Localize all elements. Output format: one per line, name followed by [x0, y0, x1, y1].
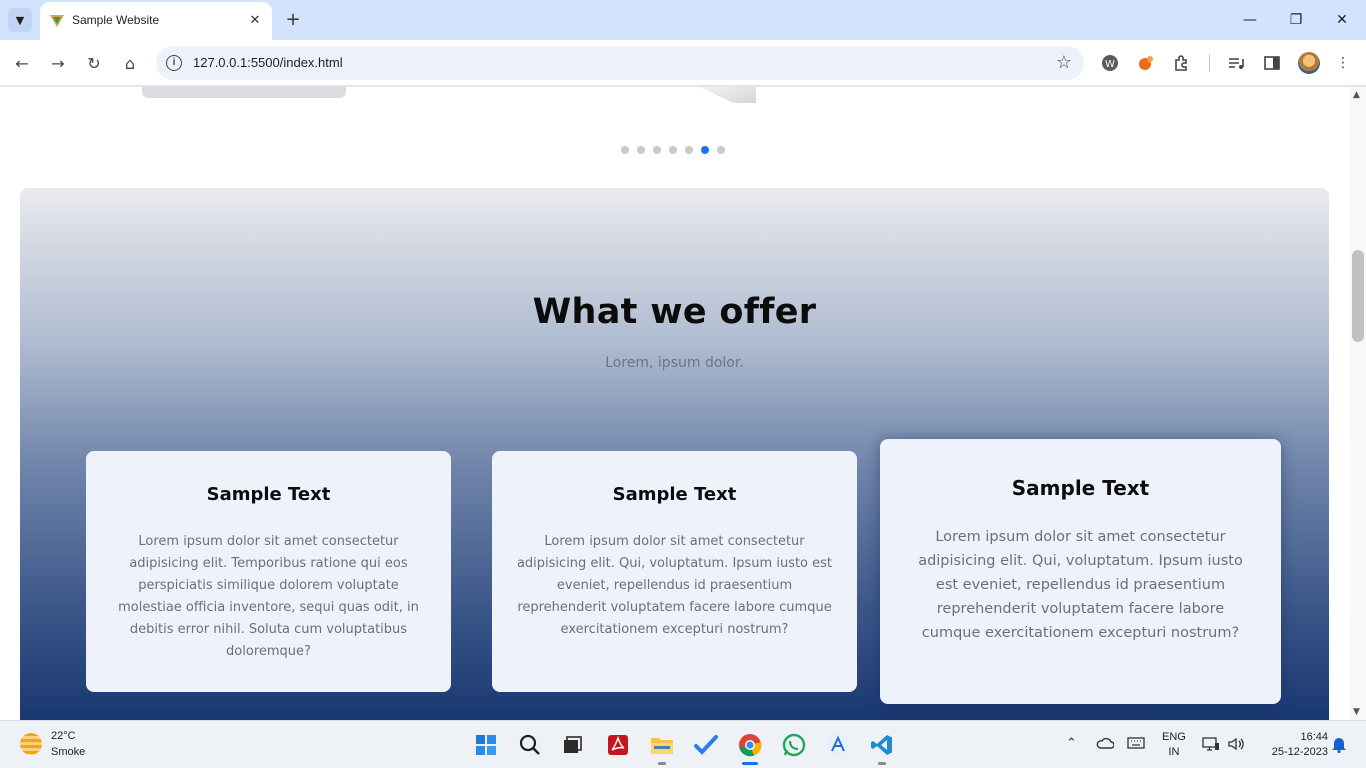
weather-temperature[interactable]: 22°C [51, 730, 76, 742]
tray-overflow-chevron-icon[interactable]: ⌃ [1066, 736, 1077, 751]
address-url[interactable]: 127.0.0.1:5500/index.html [193, 55, 343, 70]
input-language-indicator[interactable]: ENG IN [1162, 730, 1186, 760]
side-panel-icon[interactable] [1261, 52, 1283, 74]
carousel-dot-2[interactable] [637, 146, 645, 154]
browser-tab-active[interactable]: Sample Website ✕ [40, 2, 272, 40]
profile-avatar[interactable] [1298, 52, 1320, 74]
tab-search-chevron-icon[interactable]: ▼ [8, 8, 32, 32]
offer-card-1[interactable]: Sample Text Lorem ipsum dolor sit amet c… [86, 451, 451, 692]
card-body: Lorem ipsum dolor sit amet consectetur a… [118, 534, 419, 659]
todo-checkmark-icon[interactable] [694, 733, 718, 757]
page-viewport: What we offer Lorem, ipsum dolor. Sample… [0, 87, 1350, 720]
file-explorer-running-indicator [658, 762, 666, 765]
windows-taskbar: 22°C Smoke ⌃ ENG IN 16:44 25-12-2023 [0, 720, 1366, 768]
browser-menu-kebab-icon[interactable]: ⋮ [1332, 52, 1354, 74]
window-close-icon[interactable]: ✕ [1322, 6, 1362, 34]
azure-data-studio-icon[interactable] [826, 733, 850, 757]
carousel-dot-6[interactable] [701, 146, 709, 154]
forward-arrow-icon[interactable]: → [45, 50, 71, 76]
scroll-down-arrow-icon[interactable]: ▼ [1353, 707, 1360, 717]
site-info-icon[interactable]: i [166, 55, 182, 71]
page-scrollbar[interactable]: ▲ ▼ [1350, 87, 1366, 720]
system-clock[interactable]: 16:44 25-12-2023 [1258, 730, 1328, 760]
whatsapp-icon[interactable] [782, 733, 806, 757]
browser-tab-bar: ▼ Sample Website ✕ + — ❐ ✕ [0, 0, 1366, 40]
scrollbar-thumb[interactable] [1352, 250, 1364, 342]
new-tab-plus-icon[interactable]: + [282, 8, 304, 30]
wordpress-extension-icon[interactable]: W [1099, 52, 1121, 74]
tab-title: Sample Website [72, 13, 160, 27]
section-title: What we offer [532, 292, 817, 332]
language-code: ENG [1162, 731, 1186, 743]
vscode-icon[interactable] [870, 733, 894, 757]
scroll-up-arrow-icon[interactable]: ▲ [1353, 90, 1360, 100]
weather-haze-icon[interactable] [20, 733, 42, 755]
carousel-dot-5[interactable] [685, 146, 693, 154]
carousel-dot-1[interactable] [621, 146, 629, 154]
reload-icon[interactable]: ↻ [81, 50, 107, 76]
volume-speaker-icon[interactable] [1227, 736, 1245, 756]
notification-bell-icon[interactable] [1331, 735, 1347, 757]
orange-extension-icon[interactable] [1135, 52, 1157, 74]
browser-toolbar: ← → ↻ ⌂ i 127.0.0.1:5500/index.html ☆ W … [0, 40, 1366, 86]
card-title: Sample Text [206, 484, 331, 505]
clock-date: 25-12-2023 [1271, 746, 1328, 758]
card-title: Sample Text [612, 484, 737, 505]
media-control-icon[interactable] [1225, 52, 1247, 74]
carousel-pagination [621, 146, 725, 154]
region-code: IN [1168, 746, 1180, 758]
window-minimize-icon[interactable]: — [1230, 6, 1270, 34]
offer-card-2[interactable]: Sample Text Lorem ipsum dolor sit amet c… [492, 451, 857, 692]
section-subtitle: Lorem, ipsum dolor. [605, 355, 744, 371]
carousel-dot-7[interactable] [717, 146, 725, 154]
network-monitor-icon[interactable] [1202, 736, 1220, 756]
svg-text:W: W [1105, 59, 1115, 70]
file-explorer-icon[interactable] [650, 733, 674, 757]
search-icon[interactable] [518, 733, 542, 757]
site-favicon-icon [50, 15, 64, 27]
vscode-running-indicator [878, 762, 886, 765]
offer-card-3-hovered[interactable]: Sample Text Lorem ipsum dolor sit amet c… [880, 439, 1281, 704]
card-body: Lorem ipsum dolor sit amet consectetur a… [918, 529, 1243, 641]
carousel-image-fragment-right [700, 87, 756, 103]
carousel-image-fragment-left [142, 87, 346, 98]
weather-description[interactable]: Smoke [51, 746, 85, 758]
back-arrow-icon[interactable]: ← [9, 50, 35, 76]
keyboard-icon[interactable] [1127, 736, 1145, 754]
bookmark-star-icon[interactable]: ☆ [1056, 52, 1072, 73]
what-we-offer-section: What we offer Lorem, ipsum dolor. Sample… [20, 188, 1329, 720]
home-icon[interactable]: ⌂ [117, 50, 143, 76]
window-restore-icon[interactable]: ❐ [1276, 6, 1316, 34]
tab-close-icon[interactable]: ✕ [246, 11, 264, 29]
carousel-dot-4[interactable] [669, 146, 677, 154]
windows-start-icon[interactable] [474, 733, 498, 757]
clock-time: 16:44 [1300, 731, 1328, 743]
task-view-icon[interactable] [560, 733, 584, 757]
onedrive-cloud-icon[interactable] [1096, 736, 1115, 754]
card-body: Lorem ipsum dolor sit amet consectetur a… [516, 534, 833, 637]
card-title: Sample Text [1011, 476, 1150, 500]
acrobat-reader-icon[interactable] [606, 733, 630, 757]
toolbar-separator [1209, 54, 1210, 72]
address-bar[interactable]: i 127.0.0.1:5500/index.html ☆ [156, 46, 1084, 80]
extensions-puzzle-icon[interactable] [1171, 52, 1193, 74]
chrome-browser-icon[interactable] [738, 733, 762, 757]
chrome-active-indicator [742, 762, 758, 765]
carousel-dot-3[interactable] [653, 146, 661, 154]
